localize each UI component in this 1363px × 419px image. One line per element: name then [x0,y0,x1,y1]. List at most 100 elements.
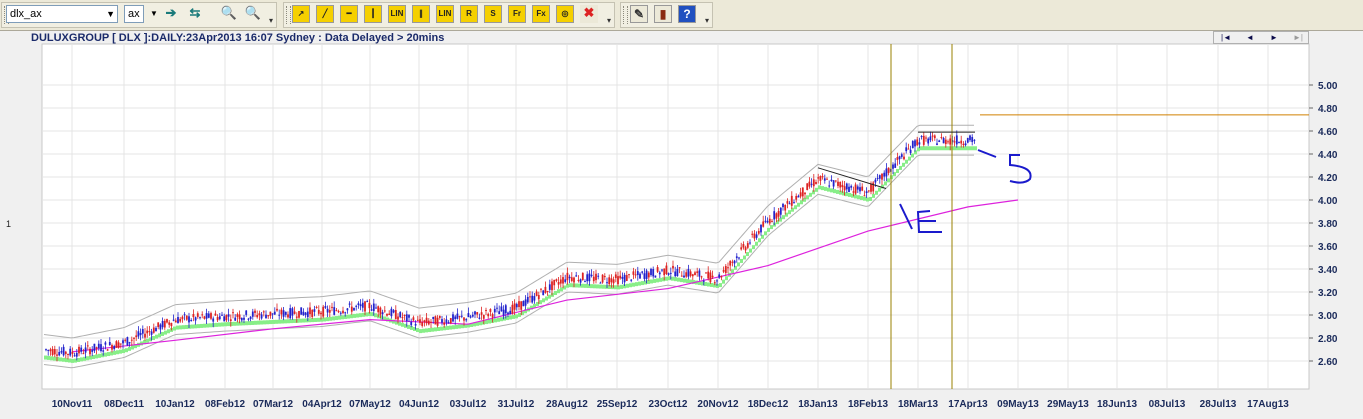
last-page-icon[interactable]: ►| [1286,32,1310,43]
overflow-chevron-icon[interactable]: ▾ [607,16,611,25]
prev-page-icon[interactable]: ◄ [1238,32,1262,43]
toolbar-grip[interactable] [623,6,628,24]
candle-body [172,319,175,321]
cloud-segment [722,279,725,284]
candle-body [359,304,362,307]
text-tool-icon[interactable]: ◎ [556,5,574,23]
cloud-segment [905,159,908,164]
cloud-segment [605,284,608,289]
cloud-segment [494,318,497,323]
candle-body [394,309,397,320]
cloud-segment [449,325,452,330]
edit-tool-icon[interactable]: ✎ [630,5,648,23]
cloud-segment [818,185,821,190]
x-tick-label: 31Jul12 [498,399,535,410]
candle-body [304,312,307,315]
cloud-segment [107,352,110,357]
cloud-segment [659,277,662,282]
book-icon[interactable]: ▮ [654,5,672,23]
candle-body [971,137,974,143]
fibonacci-ext-icon[interactable]: Fx [532,5,550,23]
cloud-segment [908,156,911,161]
candle-body [97,343,100,349]
help-icon[interactable]: ? [678,5,696,23]
r-tool-icon[interactable]: R [460,5,478,23]
cloud-segment [914,150,917,155]
candle-body [702,280,705,282]
next-page-icon[interactable]: ► [1262,32,1286,43]
x-tick-label: 04Jun12 [399,399,439,410]
cloud-segment [362,312,365,317]
overflow-chevron-icon[interactable]: ▾ [269,16,273,25]
candle-body [588,273,591,282]
cloud-segment [560,287,563,292]
go-icon[interactable]: ➔ [162,5,180,23]
x-tick-label: 28Aug12 [546,399,588,410]
y-tick-label: 4.00 [1318,196,1338,207]
first-page-icon[interactable]: |◄ [1214,32,1238,43]
candle-body [678,267,681,269]
vertical-line-icon[interactable]: ┃ [364,5,382,23]
candle-body [656,267,659,272]
overflow-chevron-icon[interactable]: ▾ [705,16,709,25]
line-tool-icon[interactable]: ╱ [316,5,334,23]
lin-channel-icon[interactable]: LIN [436,5,454,23]
exchange-combo[interactable]: ax [124,5,144,23]
cloud-segment [122,349,125,354]
price-chart[interactable]: 10Nov11 08Dec11 10Jan12 08Feb12 07Mar12 04Apr… [0,31,1363,419]
cloud-segment [968,146,971,151]
cloud-segment [44,355,47,360]
cloud-segment [266,320,269,325]
candle-body [819,176,822,181]
candle-body [788,203,791,205]
cloud-segment [284,319,287,324]
binoculars-disabled-icon[interactable]: 🔍 [244,5,262,23]
candle-body [729,261,732,266]
cloud-segment [554,291,557,296]
candle-body [689,271,692,276]
candle-body [157,322,160,328]
s-tool-icon[interactable]: S [484,5,502,23]
cloud-segment [641,281,644,286]
cloud-segment [974,146,977,151]
cloud-segment [455,324,458,329]
candle-body [489,309,492,312]
refresh-icon[interactable]: ⇆ [186,5,204,23]
candle-body [863,195,866,197]
candle-body [335,310,338,312]
toolbar-grip[interactable] [286,6,291,24]
candle-body [779,207,782,215]
candle-body [691,274,694,277]
candle-body [518,301,520,308]
cloud-segment [653,278,656,283]
delete-tool-icon[interactable]: ✖ [580,5,598,23]
candle-body [856,186,859,190]
candle-body [504,305,507,314]
candle-body [632,271,635,275]
cloud-segment [911,153,914,158]
cloud-segment [683,278,686,283]
candle-body [887,167,890,174]
trend-tool-icon[interactable]: ↗ [292,5,310,23]
fibonacci-tool-icon[interactable]: Fr [508,5,526,23]
x-tick-label: 18Feb13 [848,399,888,410]
lin-tool-icon[interactable]: LIN [388,5,406,23]
cloud-segment [233,321,236,326]
binoculars-icon[interactable]: 🔍 [220,5,238,23]
horizontal-line-icon[interactable]: ━ [340,5,358,23]
chevron-down-icon[interactable]: ▼ [106,6,115,22]
candle-body [782,203,784,208]
chevron-down-icon[interactable]: ▼ [150,9,158,18]
candle-body [364,301,366,312]
cloud-segment [185,324,188,329]
candle-body [526,296,529,303]
cloud-segment [146,338,149,343]
candle-body [830,179,833,182]
candle-body [434,316,437,325]
cloud-segment [686,279,689,284]
symbol-combo[interactable]: dlx_ax ▼ [6,5,118,23]
candle-body [705,272,707,274]
parallel-tool-icon[interactable]: ∥ [412,5,430,23]
cloud-segment [182,325,185,330]
cloud-segment [878,187,881,192]
